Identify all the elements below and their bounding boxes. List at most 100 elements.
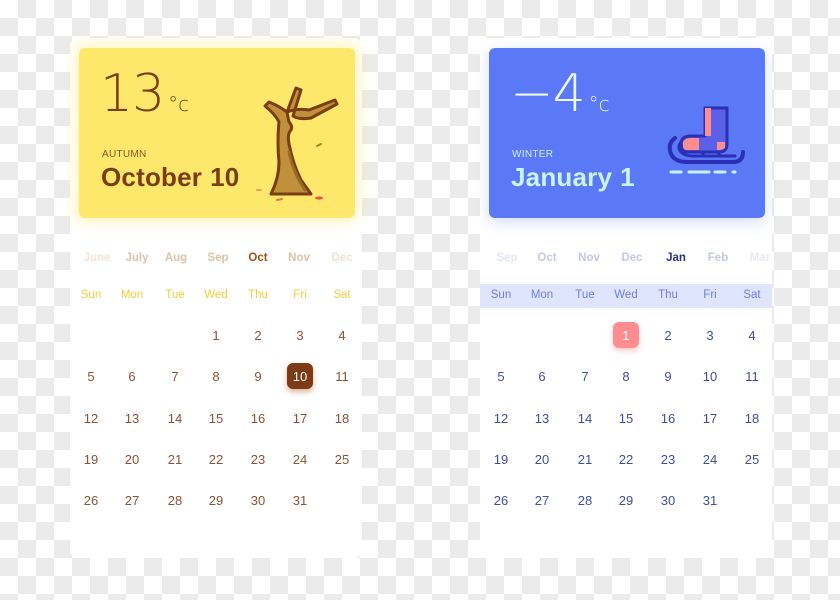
day-cell[interactable]: 26	[78, 487, 104, 513]
weekday-header: Sun Mon Tue Wed Thu Fri Sat	[480, 284, 772, 308]
month-tab[interactable]: June	[84, 252, 111, 264]
temperature-unit: °c	[588, 92, 610, 116]
temperature-value: −4	[510, 64, 586, 124]
day-cell[interactable]: 14	[572, 405, 598, 431]
day-cell[interactable]: 5	[78, 363, 104, 389]
month-tab[interactable]: Dec	[621, 252, 642, 264]
month-tab[interactable]: Feb	[708, 252, 728, 264]
day-cell[interactable]: 12	[488, 405, 514, 431]
weekday-label: Sun	[80, 289, 102, 301]
day-cell[interactable]: 4	[739, 322, 765, 348]
day-cell[interactable]: 11	[739, 363, 765, 389]
day-cell[interactable]: 13	[119, 405, 145, 431]
day-cell[interactable]: 23	[245, 446, 271, 472]
day-cell[interactable]: 3	[697, 322, 723, 348]
day-cell[interactable]: 8	[613, 363, 639, 389]
day-cell[interactable]: 30	[655, 487, 681, 513]
month-tab[interactable]: Sep	[496, 252, 517, 264]
season-label: WINTER	[512, 149, 554, 160]
day-cell[interactable]: 4	[329, 322, 355, 348]
month-tab[interactable]: Dec	[331, 252, 352, 264]
weather-header: 13 °c AUTUMN October 10	[79, 48, 355, 218]
date-day: 1	[620, 162, 635, 192]
weekday-label: Mon	[530, 289, 554, 301]
day-cell[interactable]: 25	[329, 446, 355, 472]
day-cell[interactable]: 1	[203, 322, 229, 348]
day-cell[interactable]: 11	[329, 363, 355, 389]
month-tab[interactable]: Aug	[165, 252, 187, 264]
weekday-label: Wed	[614, 289, 638, 301]
month-picker: June July Aug Sep Oct Nov Dec	[70, 248, 362, 268]
month-picker: Sep Oct Nov Dec Jan Feb Mar	[480, 248, 772, 268]
day-cell[interactable]: 19	[78, 446, 104, 472]
weekday-label: Thu	[658, 289, 678, 301]
day-cell[interactable]: 13	[529, 405, 555, 431]
day-cell[interactable]: 12	[78, 405, 104, 431]
day-cell[interactable]: 28	[572, 487, 598, 513]
temperature-unit: °c	[168, 92, 190, 116]
day-cell[interactable]: 17	[287, 405, 313, 431]
current-date: October 10	[101, 162, 239, 193]
day-cell[interactable]: 18	[329, 405, 355, 431]
month-tab[interactable]: Mar	[750, 252, 770, 264]
weekday-label: Sat	[333, 289, 351, 301]
day-cell[interactable]: 7	[162, 363, 188, 389]
day-cell[interactable]: 30	[245, 487, 271, 513]
day-cell[interactable]: 24	[697, 446, 723, 472]
day-cell[interactable]: 29	[613, 487, 639, 513]
day-cell[interactable]: 31	[287, 487, 313, 513]
month-tab[interactable]: Nov	[578, 252, 600, 264]
month-tab-active[interactable]: Oct	[248, 252, 267, 264]
day-cell[interactable]: 3	[287, 322, 313, 348]
day-cell[interactable]: 19	[488, 446, 514, 472]
weekday-label: Sun	[490, 289, 512, 301]
ice-skate-sled-icon	[667, 106, 745, 174]
day-cell[interactable]: 8	[203, 363, 229, 389]
day-cell[interactable]: 7	[572, 363, 598, 389]
day-cell[interactable]: 2	[655, 322, 681, 348]
day-cell[interactable]: 31	[697, 487, 723, 513]
day-cell[interactable]: 16	[655, 405, 681, 431]
day-cell[interactable]: 15	[613, 405, 639, 431]
month-tab-active[interactable]: Jan	[666, 252, 686, 264]
day-cell[interactable]: 23	[655, 446, 681, 472]
date-month: January	[511, 162, 613, 192]
day-cell-selected[interactable]: 1	[613, 322, 639, 348]
weekday-label: Tue	[165, 289, 185, 301]
day-cell[interactable]: 9	[245, 363, 271, 389]
day-cell[interactable]: 9	[655, 363, 681, 389]
day-cell[interactable]: 20	[119, 446, 145, 472]
month-tab[interactable]: Sep	[207, 252, 228, 264]
month-tab[interactable]: July	[125, 252, 148, 264]
day-cell[interactable]: 21	[572, 446, 598, 472]
day-cell[interactable]: 15	[203, 405, 229, 431]
day-cell[interactable]: 2	[245, 322, 271, 348]
day-cell[interactable]: 21	[162, 446, 188, 472]
day-cell[interactable]: 28	[162, 487, 188, 513]
day-cell[interactable]: 29	[203, 487, 229, 513]
day-cell[interactable]: 27	[119, 487, 145, 513]
day-cell[interactable]: 20	[529, 446, 555, 472]
winter-calendar-card: −4 °c WINTER January 1 Sep Oct Nov Dec Ja…	[480, 38, 772, 558]
day-cell[interactable]: 10	[697, 363, 723, 389]
month-tab[interactable]: Oct	[537, 252, 556, 264]
day-cell[interactable]: 6	[119, 363, 145, 389]
weekday-label: Fri	[703, 289, 717, 301]
weather-header: −4 °c WINTER January 1	[489, 48, 765, 218]
day-cell[interactable]: 24	[287, 446, 313, 472]
day-cell[interactable]: 17	[697, 405, 723, 431]
weekday-label: Mon	[120, 289, 144, 301]
day-cell[interactable]: 16	[245, 405, 271, 431]
day-cell[interactable]: 14	[162, 405, 188, 431]
day-cell[interactable]: 27	[529, 487, 555, 513]
month-tab[interactable]: Nov	[288, 252, 310, 264]
day-cell[interactable]: 25	[739, 446, 765, 472]
day-cell[interactable]: 22	[613, 446, 639, 472]
day-cell-selected[interactable]: 10	[287, 363, 313, 389]
day-cell[interactable]: 22	[203, 446, 229, 472]
day-cell[interactable]: 26	[488, 487, 514, 513]
day-cell[interactable]: 5	[488, 363, 514, 389]
day-cell[interactable]: 6	[529, 363, 555, 389]
day-grid: 1 2 3 4 5 6 7 8 9 10 11 12 13 14 15 16 17 18 19 20 21 22 23 24 2…	[480, 316, 772, 516]
day-cell[interactable]: 18	[739, 405, 765, 431]
